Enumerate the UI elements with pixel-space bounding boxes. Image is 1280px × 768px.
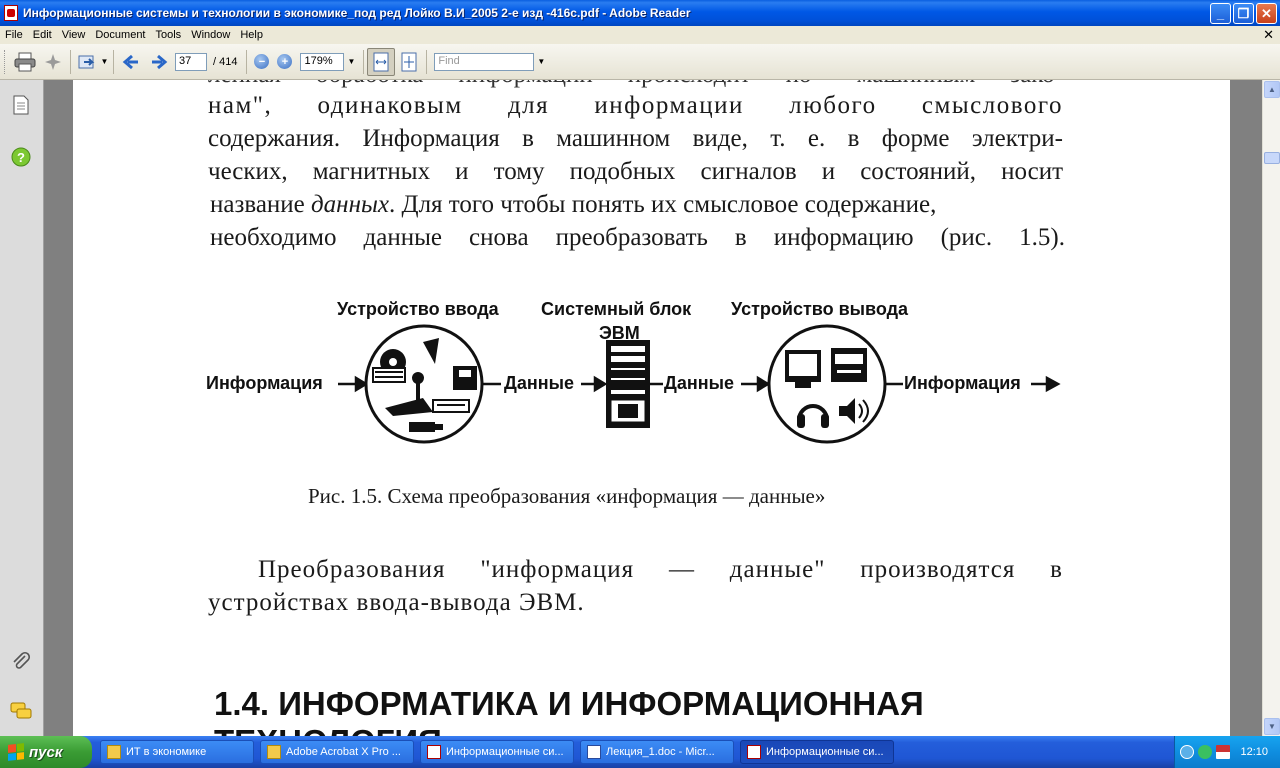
- paragraph-line: Преобразования "информация — данные" про…: [258, 556, 1063, 583]
- close-document-button[interactable]: ✕: [1263, 27, 1274, 43]
- minimize-button[interactable]: _: [1210, 3, 1231, 24]
- comments-icon[interactable]: [10, 700, 32, 722]
- scroll-down-icon[interactable]: ▼: [1264, 718, 1280, 735]
- fit-page-icon[interactable]: [395, 48, 423, 76]
- find-dropdown-icon[interactable]: ▼: [537, 57, 545, 66]
- document-viewport[interactable]: ленная обработка информации происходит п…: [45, 80, 1262, 736]
- help-icon[interactable]: ?: [10, 146, 32, 168]
- next-page-icon[interactable]: [145, 48, 173, 76]
- taskbar-item-pdf[interactable]: Информационные си...: [420, 740, 574, 764]
- page-number-input[interactable]: 37: [175, 52, 207, 71]
- start-label: пуск: [29, 743, 63, 761]
- toolbar-separator: [246, 49, 248, 74]
- menu-help[interactable]: Help: [235, 29, 268, 41]
- pdf-icon: [427, 745, 441, 759]
- conversion-diagram: [338, 324, 1061, 444]
- network-icon[interactable]: [1198, 745, 1213, 759]
- paragraph-line: необходимо данные снова преобразовать в …: [210, 224, 1065, 251]
- menu-edit[interactable]: Edit: [28, 29, 57, 41]
- zoom-dropdown-icon[interactable]: ▼: [347, 57, 355, 66]
- paragraph-line: ческих, магнитных и тому подобных сигнал…: [208, 158, 1063, 185]
- paragraph-text: название: [210, 191, 312, 218]
- menu-view[interactable]: View: [57, 29, 91, 41]
- toolbar: ▼ 37 / 414 − + 179% ▼ Find ▼: [0, 44, 1280, 80]
- taskbar-item-label: Лекция_1.doc - Micr...: [606, 746, 715, 758]
- vertical-scrollbar[interactable]: ▲ ▼: [1262, 80, 1280, 736]
- close-button[interactable]: ✕: [1256, 3, 1277, 24]
- paragraph-line: название данных. Для того чтобы понять и…: [210, 191, 1063, 219]
- fit-width-icon[interactable]: [367, 47, 396, 76]
- figure-label-output-device: Устройство вывода: [731, 299, 909, 319]
- find-input[interactable]: Find: [434, 52, 535, 71]
- taskbar-item-pdf-active[interactable]: Информационные си...: [740, 740, 894, 764]
- windows-logo-icon: [8, 743, 24, 761]
- zoom-level-input[interactable]: 179%: [300, 52, 345, 71]
- figure-caption: Рис. 1.5. Схема преобразования «информац…: [308, 484, 826, 508]
- figure-label-input-device: Устройство ввода: [337, 299, 499, 319]
- taskbar-item-label: ИТ в экономике: [126, 746, 207, 758]
- previous-page-icon[interactable]: [117, 48, 145, 76]
- toolbar-separator: [70, 49, 71, 74]
- maximize-button[interactable]: ❐: [1233, 3, 1254, 24]
- menu-document[interactable]: Document: [90, 29, 150, 41]
- toolbar-separator: [363, 49, 365, 74]
- toolbar-separator: [113, 49, 114, 74]
- print-icon[interactable]: [11, 48, 39, 76]
- svg-text:?: ?: [17, 150, 25, 165]
- italic-term: данных: [311, 191, 390, 218]
- scrollbar-thumb[interactable]: [1264, 152, 1280, 164]
- taskbar-item-label: Информационные си...: [446, 746, 564, 758]
- window-title: Информационные системы и технологии в эк…: [23, 6, 691, 20]
- scroll-up-icon[interactable]: ▲: [1264, 81, 1280, 98]
- clock[interactable]: 12:10: [1240, 746, 1268, 758]
- share-icon[interactable]: ▼: [74, 48, 110, 76]
- paragraph-line: содержания. Информация в машинном виде, …: [208, 125, 1063, 152]
- pdf-icon: [747, 745, 761, 759]
- taskbar-item-label: Информационные си...: [766, 746, 884, 758]
- taskbar-item-label: Adobe Acrobat X Pro ...: [286, 746, 401, 758]
- pdf-page: ленная обработка информации происходит п…: [73, 80, 1230, 736]
- folder-icon: [107, 745, 121, 759]
- paragraph-text: . Для того чтобы понять их смысловое сод…: [389, 191, 937, 218]
- language-flag-icon[interactable]: [1216, 745, 1231, 759]
- attachments-icon[interactable]: [10, 650, 32, 672]
- collaborate-icon[interactable]: [39, 48, 67, 76]
- paragraph-line: нам", одинаковым для информации любого с…: [208, 92, 1063, 119]
- taskbar: пуск ИТ в экономике Adobe Acrobat X Pro …: [0, 736, 1280, 768]
- taskbar-item-folder[interactable]: Adobe Acrobat X Pro ...: [260, 740, 414, 764]
- menu-file[interactable]: File: [0, 29, 28, 41]
- page-total: / 414: [213, 55, 238, 68]
- taskbar-item-word[interactable]: Лекция_1.doc - Micr...: [580, 740, 734, 764]
- title-bar: Информационные системы и технологии в эк…: [0, 0, 1280, 26]
- adobe-reader-icon: [4, 5, 18, 21]
- navigation-panel: ?: [0, 80, 44, 736]
- section-heading: 1.4. ИНФОРМАТИКА И ИНФОРМАЦИОННАЯ: [214, 685, 924, 722]
- start-button[interactable]: пуск: [0, 736, 92, 768]
- word-doc-icon: [587, 745, 601, 759]
- menu-tools[interactable]: Tools: [151, 29, 187, 41]
- folder-icon: [267, 745, 281, 759]
- section-heading-cont: ТЕХНОЛОГИЯ: [214, 723, 442, 736]
- zoom-in-icon[interactable]: +: [277, 54, 293, 69]
- figure-label-system-unit: Системный блок: [541, 299, 692, 319]
- paragraph-line: ленная обработка информации происходит п…: [208, 80, 1063, 89]
- toolbar-grip: [4, 49, 7, 74]
- paragraph-line: устройствах ввода-вывода ЭВМ.: [208, 589, 585, 616]
- zoom-out-icon[interactable]: −: [254, 54, 270, 69]
- back-arrow-icon[interactable]: [1180, 745, 1195, 759]
- taskbar-item-folder[interactable]: ИТ в экономике: [100, 740, 254, 764]
- menu-bar: File Edit View Document Tools Window Hel…: [0, 26, 1280, 44]
- pages-icon[interactable]: [10, 94, 32, 116]
- toolbar-separator: [426, 49, 428, 74]
- menu-window[interactable]: Window: [186, 29, 235, 41]
- system-tray: 12:10: [1174, 736, 1280, 768]
